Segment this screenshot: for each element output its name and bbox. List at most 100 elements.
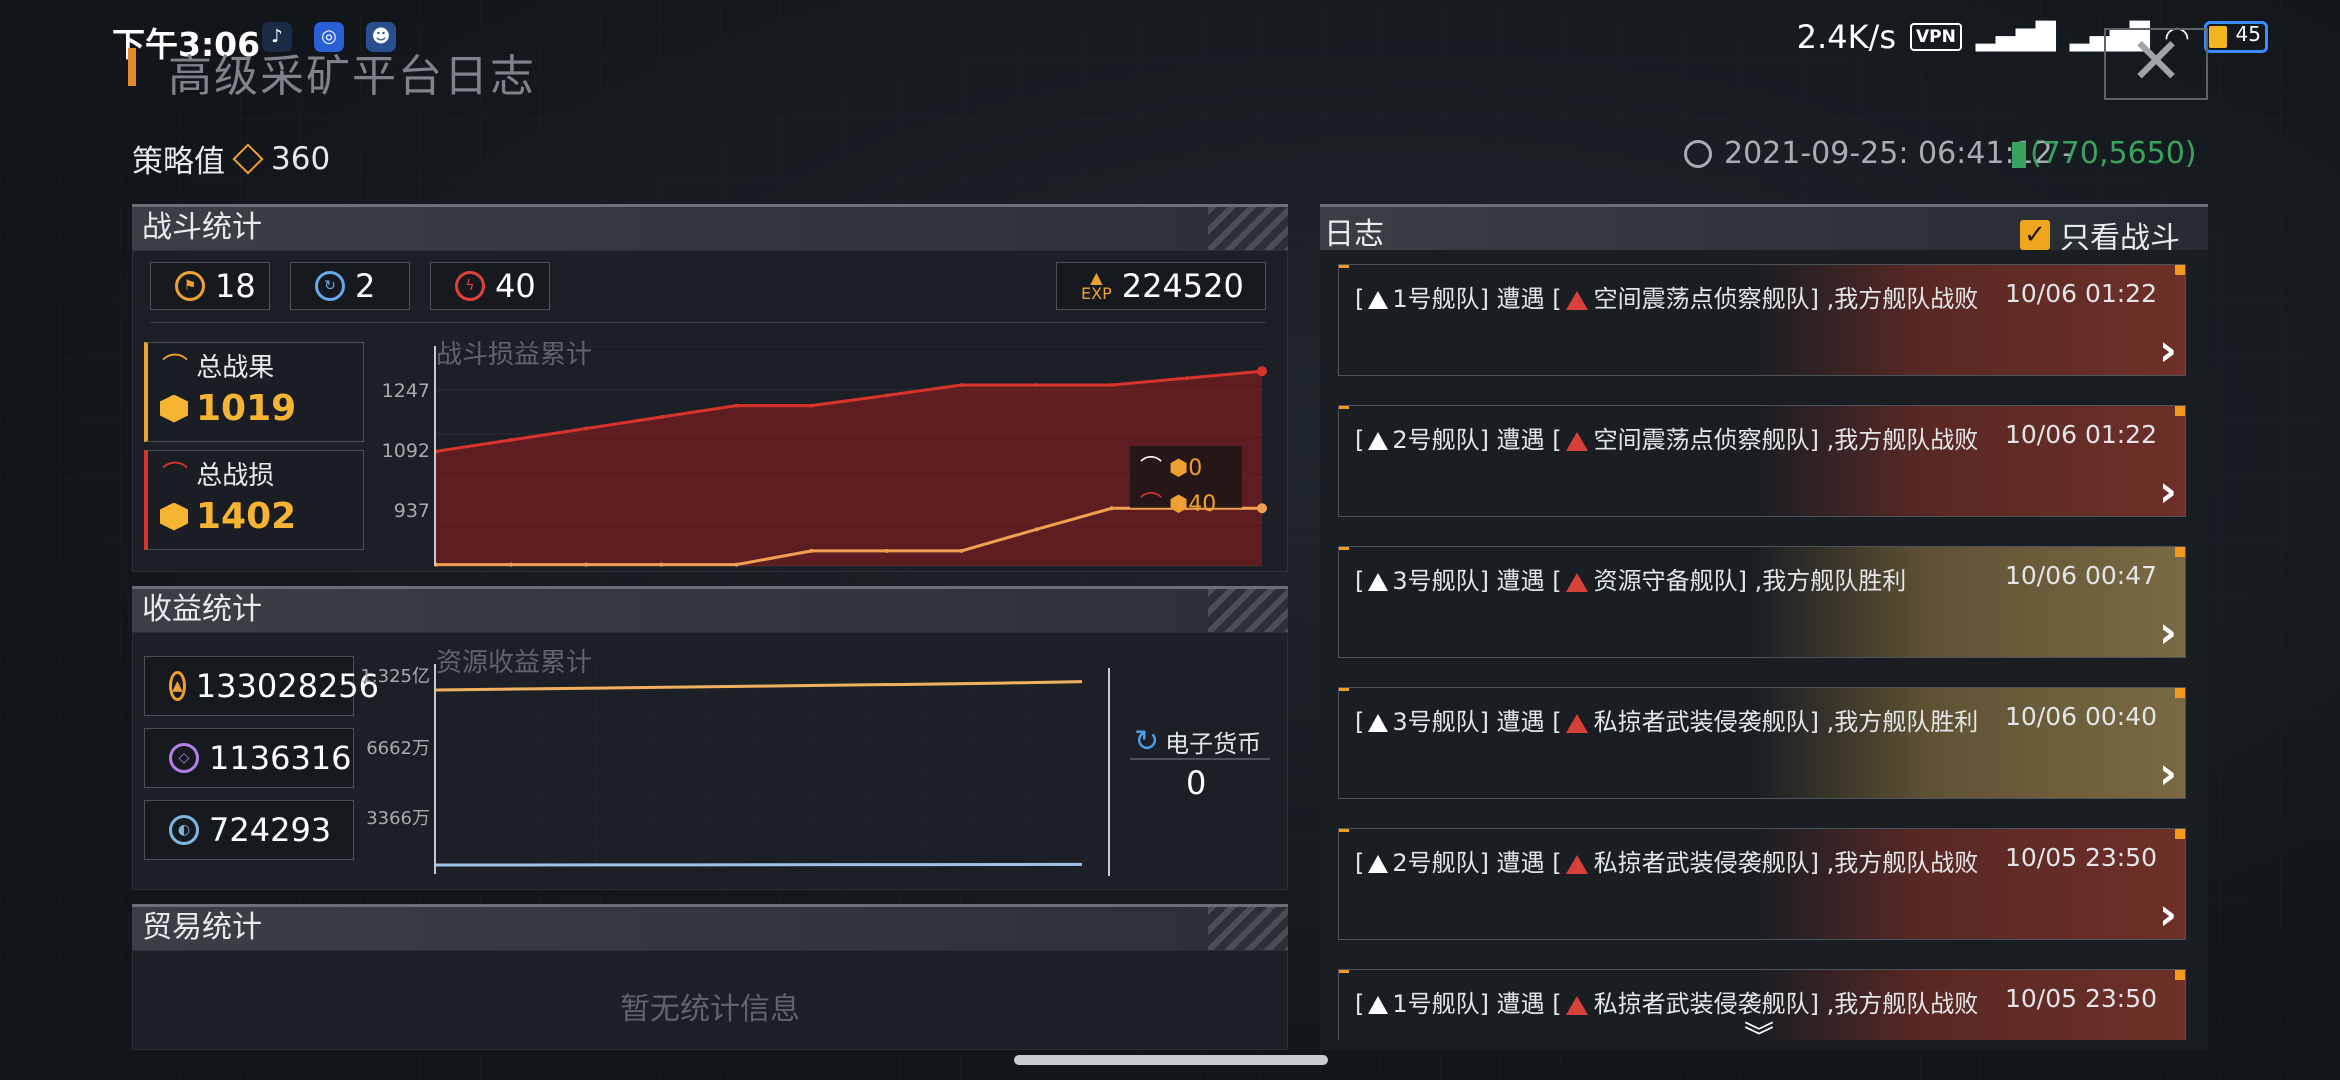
log-item-text: [2号舰队] 遭遇 [私掠者武装侵袭舰队] ,我方舰队战败 (1355, 849, 1979, 877)
log-item[interactable]: [3号舰队] 遭遇 [资源守备舰队] ,我方舰队胜利 10/06 00:47 › (1338, 546, 2186, 658)
data-point (884, 393, 889, 398)
data-point (1034, 527, 1039, 532)
log-time: 10/06 01:22 (2004, 420, 2157, 449)
enemy-icon (1565, 854, 1588, 874)
header-stripes (1208, 589, 1288, 632)
log-encounter: 遭遇 (1496, 849, 1545, 877)
log-enemy: 私掠者武装侵袭舰队 (1593, 990, 1810, 1018)
strategy-value: 策略值 360 (132, 136, 330, 181)
data-point (959, 382, 964, 387)
checkbox-checked-icon[interactable]: ✓ (2020, 220, 2050, 250)
log-item[interactable]: [2号舰队] 遭遇 [私掠者武装侵袭舰队] ,我方舰队战败 10/05 23:50… (1338, 828, 2186, 940)
enemy-icon (1565, 290, 1588, 310)
log-fleet: 2号舰队 (1392, 849, 1480, 877)
log-item-text: [1号舰队] 遭遇 [空间震荡点侦察舰队] ,我方舰队战败 (1355, 285, 1979, 313)
details-chevron-icon[interactable]: › (2159, 466, 2178, 516)
close-button[interactable]: ✕ (2104, 28, 2208, 100)
log-enemy: 空间震荡点侦察舰队 (1593, 285, 1810, 313)
log-item-marker (1339, 970, 1349, 973)
data-point (659, 562, 664, 567)
trade-title: 贸易统计 (132, 904, 1288, 950)
log-result: ,我方舰队胜利 (1826, 708, 1979, 736)
fleet-icon (1368, 573, 1389, 591)
log-time: 10/05 23:50 (2004, 843, 2157, 872)
log-item[interactable]: [3号舰队] 遭遇 [私掠者武装侵袭舰队] ,我方舰队胜利 10/06 00:40… (1338, 687, 2186, 799)
details-chevron-icon[interactable]: › (2159, 889, 2178, 939)
scroll-down-chevron-icon[interactable]: ︾ (1744, 1012, 1774, 1056)
battery-icon: 45 (2204, 21, 2268, 53)
log-encounter: 遭遇 (1496, 285, 1545, 313)
header-stripes (1208, 207, 1288, 250)
log-item-marker (1339, 265, 1349, 268)
log-item-corner (2175, 547, 2185, 557)
total-win-label: ⌒ 总战果 (162, 353, 275, 383)
medal-icon (160, 502, 188, 531)
log-fleet: 3号舰队 (1392, 708, 1480, 736)
log-item-corner (2175, 688, 2185, 698)
y-tick: 1.325亿 (360, 666, 430, 687)
income-panel-header: 收益统计 (132, 586, 1288, 632)
log-item-marker (1339, 829, 1349, 832)
title-accent (128, 48, 136, 86)
exp-icon: ▲ EXP (1081, 268, 1112, 303)
log-enemy: 空间震荡点侦察舰队 (1593, 426, 1810, 454)
log-item-marker (1339, 688, 1349, 691)
stat-box-3: ϟ 40 (430, 262, 550, 310)
log-panel-header: 日志 ✓ 只看战斗 (1320, 204, 2208, 256)
data-point (809, 403, 814, 408)
battle-panel-header: 战斗统计 (132, 204, 1288, 250)
log-fleet: 1号舰队 (1392, 285, 1480, 313)
crystal-icon: ◇ (169, 743, 199, 773)
income-box-1: ▲ 133028256 (144, 656, 379, 716)
y-tick: 937 (393, 500, 430, 522)
data-point (959, 548, 964, 553)
total-loss-box: ⌒ 总战损 1402 (144, 450, 364, 550)
data-point (1184, 376, 1189, 381)
legend-item-2: ⌒ ⬢40 (1140, 492, 1217, 517)
details-chevron-icon[interactable]: › (2159, 1030, 2178, 1040)
income-chart (434, 664, 1085, 875)
details-chevron-icon[interactable]: › (2159, 748, 2178, 798)
trade-panel-header: 贸易统计 (132, 904, 1288, 950)
log-item-marker (1339, 406, 1349, 409)
log-item[interactable]: [2号舰队] 遭遇 [空间震荡点侦察舰队] ,我方舰队战败 10/06 01:22… (1338, 405, 2186, 517)
log-list[interactable]: [1号舰队] 遭遇 [空间震荡点侦察舰队] ,我方舰队战败 10/06 01:22… (1320, 250, 2208, 1040)
log-enemy: 资源守备舰队 (1593, 567, 1738, 595)
y-tick: 1247 (381, 380, 430, 402)
divider (150, 322, 1266, 323)
data-point (734, 403, 739, 408)
page-title: 高级采矿平台日志 (168, 51, 536, 102)
details-chevron-icon[interactable]: › (2159, 325, 2178, 375)
total-loss-label: ⌒ 总战损 (162, 461, 275, 491)
fleet-icon (1368, 996, 1389, 1014)
battle-title: 战斗统计 (132, 204, 1288, 250)
log-item-text: [3号舰队] 遭遇 [私掠者武装侵袭舰队] ,我方舰队胜利 (1355, 708, 1979, 736)
data-point (509, 562, 514, 567)
gas-icon: ◐ (169, 815, 199, 845)
log-item-text: [2号舰队] 遭遇 [空间震荡点侦察舰队] ,我方舰队战败 (1355, 426, 1979, 454)
series-line-1 (435, 862, 1083, 867)
log-time: 10/05 23:50 (2004, 984, 2157, 1013)
total-win-value: 1019 (160, 388, 363, 429)
y-tick: 1092 (381, 440, 430, 462)
income-box-2: ◇ 1136316 (144, 728, 354, 788)
log-time: 10/06 00:40 (2004, 702, 2157, 731)
signal-icon: ▂▄▆█ (1975, 22, 2056, 52)
coordinates: (770,5650) (2012, 136, 2197, 171)
log-title: 日志 (1324, 217, 1384, 252)
log-result: ,我方舰队战败 (1826, 990, 1979, 1018)
income-box-3: ◐ 724293 (144, 800, 354, 860)
home-indicator[interactable] (1014, 1055, 1328, 1065)
enemy-icon (1565, 572, 1588, 592)
clock-icon (1684, 139, 1712, 168)
fleet-icon (1368, 432, 1389, 450)
header-stripes (1208, 907, 1288, 950)
lightning-icon: ϟ (455, 271, 485, 301)
data-point (584, 426, 589, 431)
details-chevron-icon[interactable]: › (2159, 607, 2178, 657)
log-encounter: 遭遇 (1496, 426, 1545, 454)
trade-empty-text: 暂无统计信息 (620, 992, 800, 1027)
log-encounter: 遭遇 (1496, 708, 1545, 736)
exp-box: ▲ EXP 224520 (1056, 262, 1266, 310)
log-item[interactable]: [1号舰队] 遭遇 [空间震荡点侦察舰队] ,我方舰队战败 10/06 01:22… (1338, 264, 2186, 376)
